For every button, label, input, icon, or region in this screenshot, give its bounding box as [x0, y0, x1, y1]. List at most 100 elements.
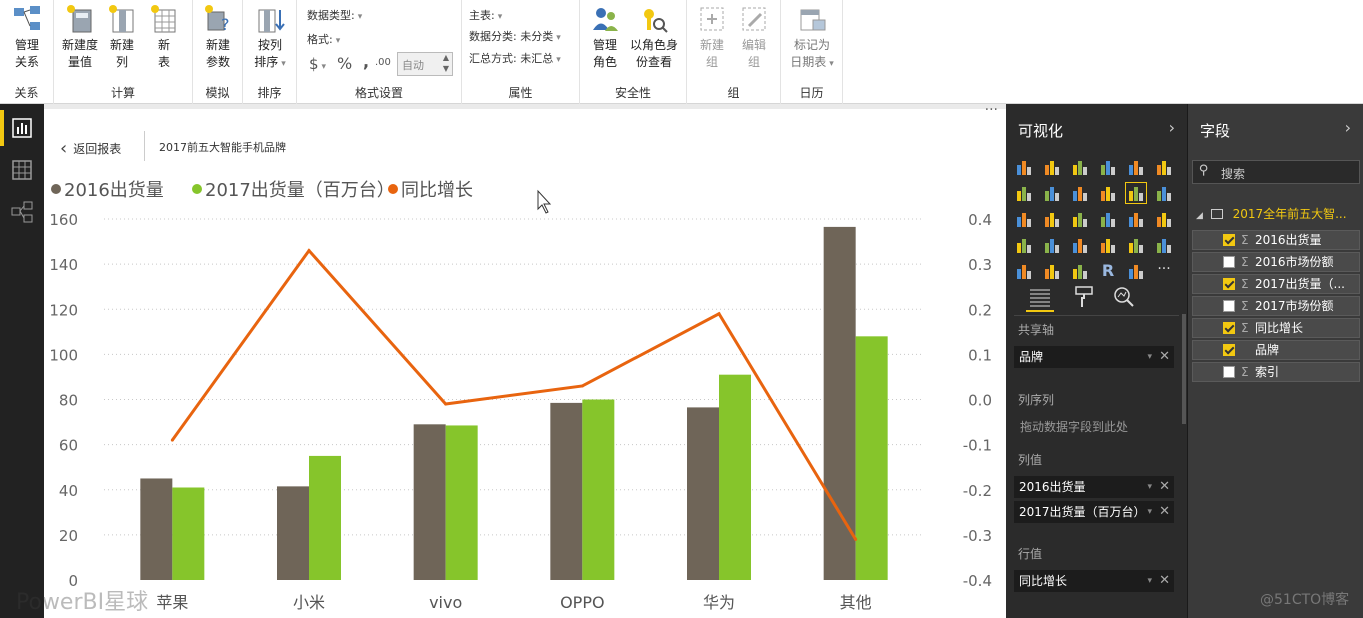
matrix-icon[interactable]: [1070, 261, 1090, 281]
ribbon-chart-icon[interactable]: [1154, 183, 1174, 203]
sigma-icon: Σ: [1241, 299, 1249, 313]
field-checkbox[interactable]: [1223, 344, 1235, 356]
clustered-bar-icon[interactable]: [1070, 157, 1090, 177]
funnel-icon[interactable]: [1042, 235, 1062, 255]
chevron-down-icon[interactable]: ▾: [1147, 346, 1152, 368]
shared-axis-field[interactable]: 品牌 ▾ ✕: [1014, 346, 1174, 368]
chevron-right-icon[interactable]: ›: [1345, 118, 1351, 137]
100-column-icon[interactable]: [1154, 157, 1174, 177]
chevron-right-icon[interactable]: ›: [1169, 118, 1175, 137]
field-row[interactable]: Σ 2016市场份额: [1192, 252, 1360, 272]
field-row[interactable]: 品牌: [1192, 340, 1360, 360]
edit-group-button[interactable]: 编辑 组: [735, 4, 773, 71]
legend-label: 2017出货量（百万台）: [205, 180, 395, 201]
field-row[interactable]: Σ 2017出货量（...: [1192, 274, 1360, 294]
field-checkbox[interactable]: [1223, 300, 1235, 312]
analytics-icon[interactable]: [1110, 284, 1138, 312]
y-tick-label: 160: [49, 211, 78, 229]
field-checkbox[interactable]: [1223, 278, 1235, 290]
chevron-down-icon[interactable]: ▾: [1147, 570, 1152, 592]
decimal-button[interactable]: .00: [375, 57, 391, 68]
field-row[interactable]: Σ 2016出货量: [1192, 230, 1360, 250]
field-row[interactable]: Σ 2017市场份额: [1192, 296, 1360, 316]
field-checkbox[interactable]: [1223, 322, 1235, 334]
summarize-dropdown[interactable]: 汇总方式: 未汇总 ▾: [469, 50, 561, 66]
decimal-places-stepper[interactable]: 自动 ▲ ▼: [397, 52, 453, 76]
line-value-field[interactable]: 同比增长 ▾ ✕: [1014, 570, 1174, 592]
card-icon[interactable]: [1098, 235, 1118, 255]
gauge-icon[interactable]: [1070, 235, 1090, 255]
stacked-column-icon[interactable]: [1042, 157, 1062, 177]
table-node[interactable]: ◢ 2017全年前五大智...: [1196, 205, 1347, 222]
100-bar-icon[interactable]: [1126, 157, 1146, 177]
waterfall-icon[interactable]: [1014, 209, 1034, 229]
close-icon[interactable]: ✕: [1159, 346, 1170, 368]
report-view-icon[interactable]: [8, 114, 36, 142]
treemap-icon[interactable]: [1126, 209, 1146, 229]
new-parameter-button[interactable]: ? 新建 参数: [199, 4, 237, 71]
filled-map-icon[interactable]: [1014, 235, 1034, 255]
data-category-dropdown[interactable]: 数据分类: 未分类 ▾: [469, 28, 561, 44]
map-icon[interactable]: [1154, 209, 1174, 229]
btn-line1: 按列: [257, 38, 282, 52]
chevron-down-icon[interactable]: ▾: [1147, 501, 1152, 523]
view-as-role-button[interactable]: 以角色身 份查看: [626, 4, 682, 71]
stacked-bar-icon[interactable]: [1014, 157, 1034, 177]
home-table-dropdown[interactable]: 主表: ▾: [469, 7, 502, 23]
table-icon[interactable]: [1042, 261, 1062, 281]
chevron-down-icon: ▾: [556, 55, 561, 65]
model-view-icon[interactable]: [8, 198, 36, 226]
percent-button[interactable]: %: [337, 54, 352, 73]
search-input[interactable]: 搜索: [1221, 165, 1245, 182]
line-column-icon[interactable]: [1098, 183, 1118, 203]
left-nav: [0, 104, 44, 618]
new-group-button[interactable]: 新建 组: [693, 4, 731, 71]
chevron-down-icon[interactable]: ▼: [443, 64, 449, 73]
field-row[interactable]: Σ 同比增长: [1192, 318, 1360, 338]
line-chart-icon[interactable]: [1014, 183, 1034, 203]
new-measure-button[interactable]: 新建度 量值: [58, 4, 102, 71]
search-box[interactable]: ⚲ 搜索: [1192, 160, 1360, 184]
close-icon[interactable]: ✕: [1159, 570, 1170, 592]
new-table-button[interactable]: 新 表: [146, 4, 182, 71]
mark-as-date-table-button[interactable]: 标记为 日期表 ▾: [785, 4, 839, 73]
kpi-icon[interactable]: [1154, 235, 1174, 255]
drop-hint[interactable]: 拖动数据字段到此处: [1020, 418, 1128, 435]
clustered-column-icon[interactable]: [1098, 157, 1118, 177]
donut-chart-icon[interactable]: [1098, 209, 1118, 229]
currency-button[interactable]: $ ▾: [309, 55, 326, 73]
close-icon[interactable]: ✕: [1159, 501, 1170, 523]
column-value-field[interactable]: 2016出货量 ▾ ✕: [1014, 476, 1174, 498]
field-checkbox[interactable]: [1223, 366, 1235, 378]
scrollbar[interactable]: [1182, 314, 1186, 424]
globe-icon[interactable]: [1126, 261, 1146, 281]
fields-tab-icon[interactable]: [1026, 284, 1054, 312]
chevron-up-icon[interactable]: ▲: [443, 53, 449, 62]
combo-chart[interactable]: 020406080100120140160 0.40.30.20.10.0-0.1…: [44, 109, 1006, 618]
column-value-field[interactable]: 2017出货量（百万台） ▾ ✕: [1014, 501, 1174, 523]
chevron-down-icon[interactable]: ◢: [1196, 211, 1203, 221]
multi-row-card-icon[interactable]: [1126, 235, 1146, 255]
manage-roles-button[interactable]: 管理 角色: [586, 4, 624, 71]
paint-roller-icon[interactable]: [1070, 284, 1098, 312]
slicer-icon[interactable]: [1014, 261, 1034, 281]
more-visuals-icon[interactable]: ···: [1154, 261, 1174, 281]
line-clustered-column-icon[interactable]: [1125, 182, 1147, 204]
stacked-area-icon[interactable]: [1070, 183, 1090, 203]
manage-relationships-button[interactable]: 管理 关系: [8, 4, 46, 71]
comma-button[interactable]: ,: [363, 52, 369, 71]
data-type-dropdown[interactable]: 数据类型: ▾: [307, 7, 362, 23]
sort-by-column-button[interactable]: 按列 排序 ▾: [249, 4, 291, 73]
r-visual-icon[interactable]: R: [1098, 261, 1118, 281]
data-view-icon[interactable]: [8, 156, 36, 184]
chevron-down-icon[interactable]: ▾: [1147, 476, 1152, 498]
pie-chart-icon[interactable]: [1070, 209, 1090, 229]
area-chart-icon[interactable]: [1042, 183, 1062, 203]
field-row[interactable]: Σ 索引: [1192, 362, 1360, 382]
scatter-icon[interactable]: [1042, 209, 1062, 229]
new-column-button[interactable]: 新建 列: [104, 4, 140, 71]
close-icon[interactable]: ✕: [1159, 476, 1170, 498]
field-checkbox[interactable]: [1223, 256, 1235, 268]
field-checkbox[interactable]: [1223, 234, 1235, 246]
format-dropdown[interactable]: 格式: ▾: [307, 31, 340, 47]
